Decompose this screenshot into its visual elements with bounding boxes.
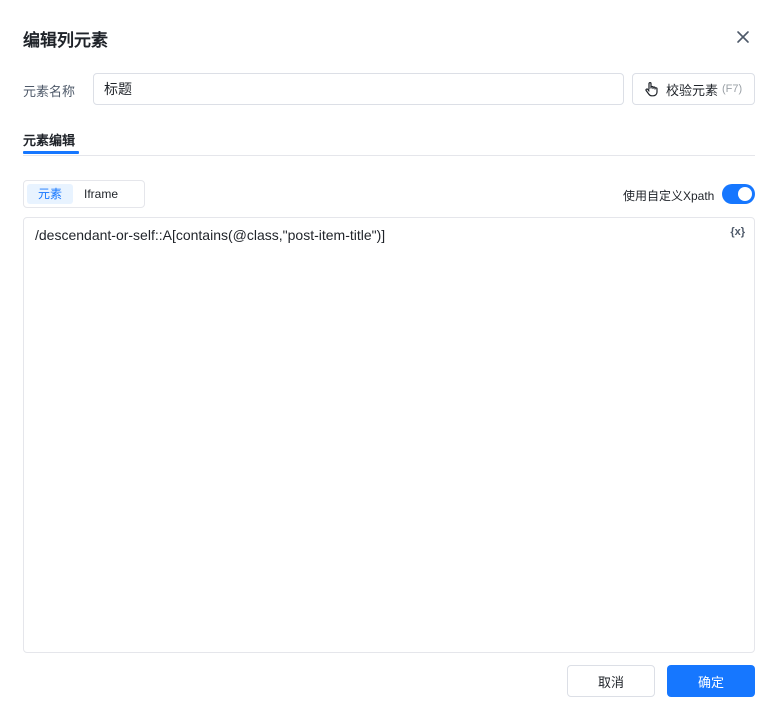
custom-xpath-toggle[interactable] <box>722 184 755 204</box>
mode-iframe-option[interactable]: Iframe <box>73 184 129 204</box>
edit-column-element-dialog: 编辑列元素 元素名称 校验元素 (F7) 元素编辑 元素 Iframe 使用自定… <box>0 0 777 718</box>
element-mode-switch: 元素 Iframe <box>23 180 145 208</box>
verify-element-label: 校验元素 <box>666 82 719 98</box>
dialog-title: 编辑列元素 <box>23 31 108 50</box>
confirm-button[interactable]: 确定 <box>667 665 755 697</box>
xpath-editor[interactable]: /descendant-or-self::A[contains(@class,"… <box>23 217 755 653</box>
tab-element-edit[interactable]: 元素编辑 <box>23 130 75 149</box>
element-name-input[interactable] <box>93 73 624 105</box>
xpath-editor-content[interactable]: /descendant-or-self::A[contains(@class,"… <box>35 227 385 243</box>
close-icon[interactable] <box>734 28 752 46</box>
tab-divider <box>23 155 755 156</box>
custom-xpath-label: 使用自定义Xpath <box>623 189 715 203</box>
mode-element-option[interactable]: 元素 <box>27 184 74 204</box>
pointer-hand-icon <box>645 82 658 97</box>
verify-shortcut-hint: (F7) <box>722 83 743 95</box>
cancel-button[interactable]: 取消 <box>567 665 655 697</box>
insert-variable-icon[interactable]: {x} <box>730 226 745 238</box>
toggle-knob <box>738 187 752 201</box>
element-name-label: 元素名称 <box>23 84 76 99</box>
active-tab-indicator <box>23 151 79 154</box>
verify-element-button[interactable]: 校验元素 (F7) <box>632 73 755 105</box>
